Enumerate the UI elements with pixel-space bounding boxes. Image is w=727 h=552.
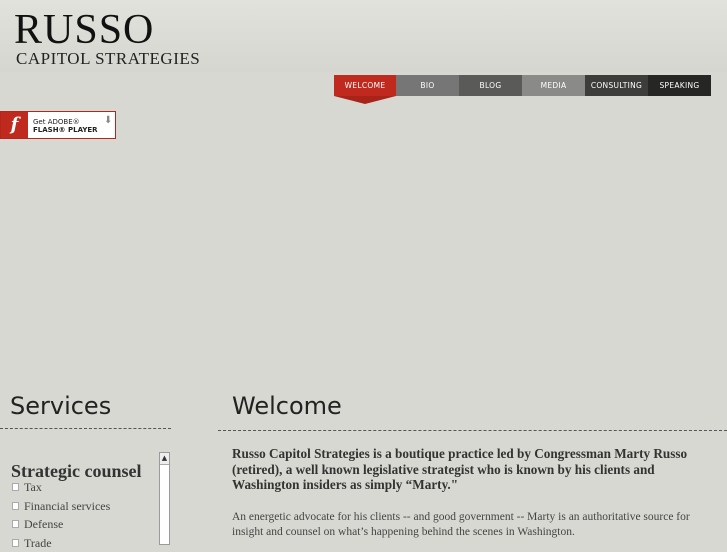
welcome-divider xyxy=(218,430,727,431)
service-item-tax[interactable]: Tax xyxy=(12,478,110,497)
service-label: Tax xyxy=(24,478,42,497)
service-item-trade[interactable]: Trade xyxy=(12,534,110,552)
flash-line2: FLASH® PLAYER xyxy=(33,126,98,134)
services-heading: Services xyxy=(10,392,111,420)
service-label: Trade xyxy=(24,534,52,552)
nav-consulting-label: CONSULTING xyxy=(591,81,642,90)
nav-consulting[interactable]: CONSULTING xyxy=(585,75,648,96)
logo-title[interactable]: RUSSO xyxy=(14,6,154,54)
nav-media[interactable]: MEDIA xyxy=(522,75,585,96)
nav-welcome-label: WELCOME xyxy=(345,81,386,90)
get-flash-player-button[interactable]: f Get ADOBE® FLASH® PLAYER ⬇ xyxy=(0,111,116,139)
logo-subtitle[interactable]: CAPITOL STRATEGIES xyxy=(16,50,200,68)
intro-text: An energetic advocate for his clients --… xyxy=(232,510,712,540)
page-bullet-icon xyxy=(12,520,19,528)
main-nav: WELCOME BIO BLOG MEDIA CONSULTING SPEAKI… xyxy=(334,75,711,96)
nav-media-label: MEDIA xyxy=(541,81,567,90)
service-label: Defense xyxy=(24,515,63,534)
intro-bold-text: Russo Capitol Strategies is a boutique p… xyxy=(232,446,702,493)
page-bullet-icon xyxy=(12,539,19,547)
flash-player-icon: f xyxy=(1,112,28,138)
welcome-heading: Welcome xyxy=(232,392,342,420)
page-bullet-icon xyxy=(12,502,19,510)
services-divider xyxy=(0,428,171,429)
flash-line1: Get ADOBE® xyxy=(33,118,80,126)
services-list: Tax Financial services Defense Trade xyxy=(12,478,110,552)
nav-blog[interactable]: BLOG xyxy=(459,75,522,96)
page-bullet-icon xyxy=(12,483,19,491)
services-scrollbar[interactable]: ▲ xyxy=(159,452,170,545)
nav-speaking[interactable]: SPEAKING xyxy=(648,75,711,96)
service-item-financial[interactable]: Financial services xyxy=(12,497,110,516)
nav-blog-label: BLOG xyxy=(480,81,502,90)
service-label: Financial services xyxy=(24,497,110,516)
nav-speaking-label: SPEAKING xyxy=(659,81,699,90)
nav-welcome[interactable]: WELCOME xyxy=(334,75,396,96)
service-item-defense[interactable]: Defense xyxy=(12,515,110,534)
scroll-up-arrow-icon[interactable]: ▲ xyxy=(160,453,169,465)
nav-bio[interactable]: BIO xyxy=(396,75,459,96)
download-arrow-icon: ⬇ xyxy=(104,115,112,126)
nav-bio-label: BIO xyxy=(420,81,434,90)
